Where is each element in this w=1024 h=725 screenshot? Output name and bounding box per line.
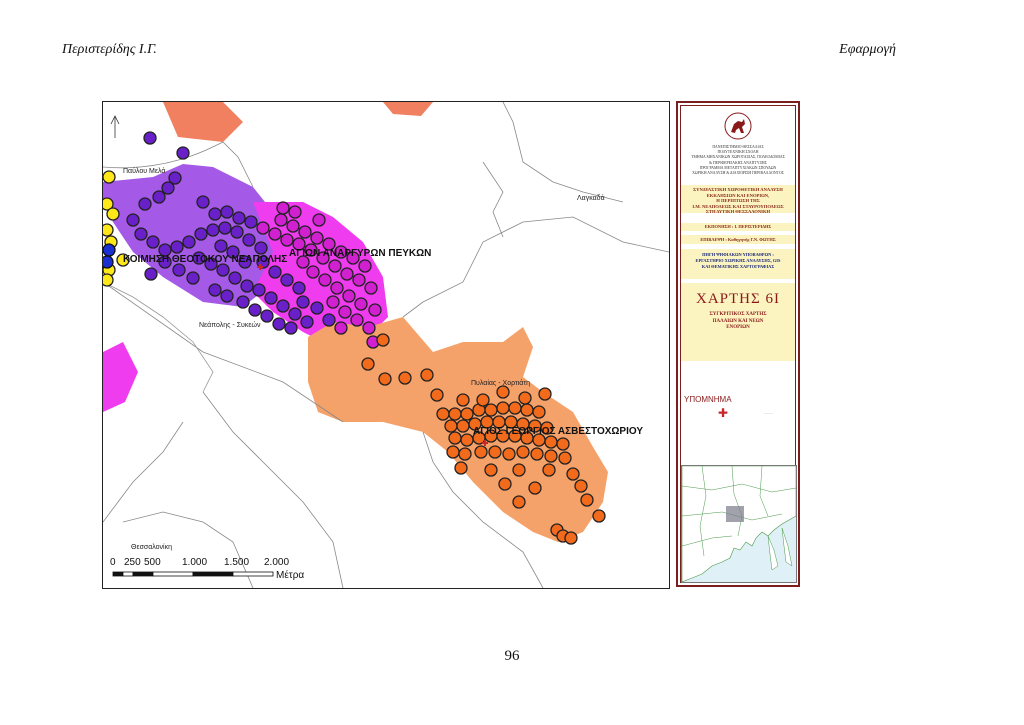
university-logo-icon xyxy=(724,112,752,140)
main-map[interactable]: Παύλου Μελά Λαγκαδά Νεάπολης - Συκεών Πυ… xyxy=(102,101,670,589)
inset-svg xyxy=(682,466,796,582)
markers-blue xyxy=(103,243,116,269)
inset-highlight xyxy=(726,506,744,522)
header-author: Περιστερίδης Ι.Γ. xyxy=(62,42,157,57)
area-top-salmon-1 xyxy=(163,102,243,142)
boundary-5 xyxy=(482,161,504,238)
area-pink-left xyxy=(103,342,138,412)
uni-line: ΤΜΗΜΑ ΜΗΧΑΝΙΚΩΝ ΧΩΡΟΤΑΞΙΑΣ, ΠΟΛΕΟΔΟΜΙΑΣ xyxy=(691,155,785,160)
boundary-1 xyxy=(103,141,224,169)
north-arrow-icon xyxy=(110,115,120,138)
source-line: ΚΑΙ ΘΕΜΑΤΙΚΗΣ ΧΑΡΤΟΓΡΑΦΙΑΣ xyxy=(701,264,775,269)
church-cross-icon: ✚ xyxy=(718,406,729,420)
scale-tick-0: 0 xyxy=(110,557,116,568)
boundary-4 xyxy=(402,216,669,318)
map-title-block: ΧΑΡΤΗΣ 6Ι ΣΥΓΚΡΙΤΙΚΟΣ ΧΑΡΤΗΣ ΠΑΛΑΙΩΝ ΚΑΙ… xyxy=(681,283,795,361)
overview-inset-map xyxy=(681,465,797,583)
parish-label-agioi-anargyroi: ΑΓΙΩΝ ΑΝΑΡΓΥΡΩΝ ΠΕΥΚΩΝ xyxy=(289,248,432,259)
place-neapolis-sykeon: Νεάπολης - Συκεών xyxy=(199,322,261,329)
university-info: ΠΑΝΕΠΙΣΤΗΜΙΟ ΘΕΣΣΑΛΙΑΣ ΠΟΛΥΤΕΧΝΙΚΗ ΣΧΟΛΗ… xyxy=(682,145,794,176)
scale-unit: Μέτρα xyxy=(276,570,305,581)
place-pavlou-mela: Παύλου Μελά xyxy=(123,168,166,175)
scale-tick-500: 500 xyxy=(144,557,161,568)
scale-tick-250: 250 xyxy=(124,557,141,568)
parish-label-koimisi: ΚΟΙΜΗΣΗ ΘΕΟΤΟΚΟΥ ΝΕΑΠΟΛΗΣ xyxy=(123,254,288,265)
scale-tick-1000: 1.000 xyxy=(182,557,208,568)
boundary-6 xyxy=(502,102,624,203)
author: ΕΚΠΟΝΗΣΗ : Ι. ΠΕΡΙΣΤΕΡΙΔΗΣ xyxy=(681,223,795,231)
title-line: ΣΥΝΔΥΑΣΤΙΚΗ ΧΩΡΟΘΕΤΙΚΗ ΑΝΑΛΥΣΗ xyxy=(693,187,783,192)
uni-line: ΧΩΡΙΚΗ ΑΝΑΛΥΣΗ & ΔΙΑΧΕΙΡΙΣΗ ΠΕΡΙΒΑΛΛΟΝΤΟ… xyxy=(692,171,784,176)
map-info-panel: ΠΑΝΕΠΙΣΤΗΜΙΟ ΘΕΣΣΑΛΙΑΣ ΠΟΛΥΤΕΧΝΙΚΗ ΣΧΟΛΗ… xyxy=(676,101,800,587)
page-number: 96 xyxy=(504,648,520,664)
scale-tick-1500: 1.500 xyxy=(224,557,250,568)
parish-label-agios-georgios: ΑΓΙΟΣ ΓΕΩΡΓΙΟΣ ΑΣΒΕΣΤΟΧΩΡΙΟΥ xyxy=(473,426,644,437)
scale-bar xyxy=(112,571,274,577)
place-thessaloniki: Θεσσαλονίκη xyxy=(131,544,172,551)
map-canvas xyxy=(103,102,669,588)
map-number: ΧΑΡΤΗΣ 6Ι xyxy=(696,291,780,307)
title-line: ΣΤΗ ΔΥΤΙΚΗ ΘΕΣΣΑΛΟΝΙΚΗ xyxy=(705,209,771,215)
map-subtitle: ΣΥΓΚΡΙΤΙΚΟΣ ΧΑΡΤΗΣ ΠΑΛΑΙΩΝ ΚΑΙ ΝΕΩΝ ΕΝΟΡ… xyxy=(681,312,795,332)
header-section: Εφαρμογή xyxy=(839,42,896,57)
boundary-10 xyxy=(103,421,184,523)
data-source: ΠΗΓΗ ΨΗΦΙΑΚΩΝ ΥΠΟΒΑΘΡΩΝ : ΕΡΓΑΣΤΗΡΙΟ ΧΩΡ… xyxy=(681,249,795,279)
place-lagkadas: Λαγκαδά xyxy=(577,195,605,202)
scale-tick-2000: 2.000 xyxy=(264,557,290,568)
area-top-salmon-2 xyxy=(383,102,433,116)
subtitle-line: ΕΝΟΡΙΩΝ xyxy=(726,325,750,330)
place-pylaias-chortiatis: Πυλαίας - Χορτιάτη xyxy=(471,380,530,387)
project-title: ΣΥΝΔΥΑΣΤΙΚΗ ΧΩΡΟΘΕΤΙΚΗ ΑΝΑΛΥΣΗ ΕΚΚΛΗΣΙΩΝ… xyxy=(681,185,795,215)
legend-note-mark: ——— xyxy=(764,411,773,415)
legend-title: ΥΠΟΜΝΗΜΑ xyxy=(684,395,732,404)
supervisor: ΕΠΙΒΛΕΨΗ : Καθηγητής Γ.Ν. ΦΩΤΗΣ xyxy=(681,235,795,244)
